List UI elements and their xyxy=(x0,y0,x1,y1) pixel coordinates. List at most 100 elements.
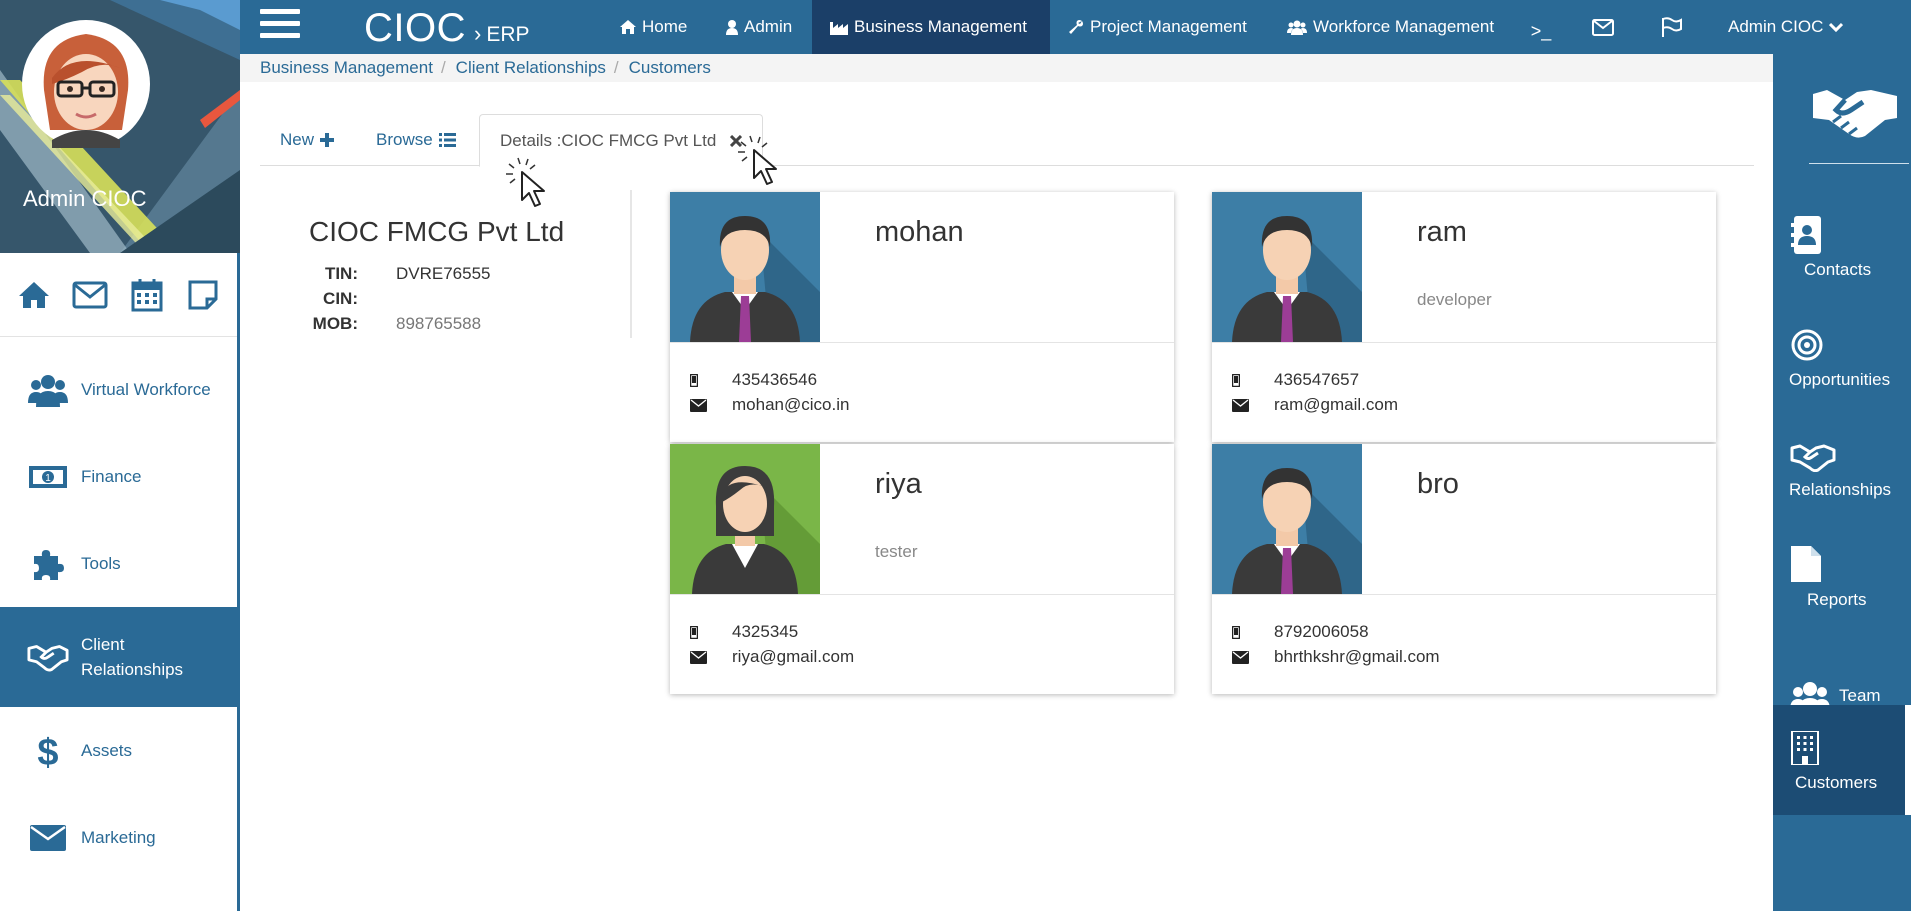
mobile-icon xyxy=(686,373,732,387)
rs-item-label: Team xyxy=(1839,686,1881,705)
industry-icon xyxy=(830,21,848,35)
sidebar-item-assets[interactable]: $ Assets xyxy=(0,707,237,794)
contact-avatar xyxy=(1212,192,1362,342)
hamburger-menu-icon[interactable] xyxy=(260,9,300,43)
flag-icon[interactable] xyxy=(1655,10,1689,44)
svg-text:$: $ xyxy=(37,732,58,771)
breadcrumb-business-management[interactable]: Business Management xyxy=(260,58,433,78)
sidebar-item-label: Client Relationships xyxy=(81,635,184,679)
nav-business-management[interactable]: Business Management xyxy=(812,0,1050,54)
rs-item-contacts[interactable]: Contacts xyxy=(1773,204,1911,314)
contact-email: mohan@cico.in xyxy=(686,395,849,415)
sidebar-item-label: Tools xyxy=(81,554,121,573)
home-icon[interactable] xyxy=(14,275,54,315)
user-menu[interactable]: Admin CIOC xyxy=(1728,0,1849,54)
nav-workforce-management[interactable]: Workforce Management xyxy=(1287,0,1494,54)
envelope-icon xyxy=(1228,650,1274,664)
sidebar-item-tools[interactable]: Tools xyxy=(0,520,237,607)
nav-workforce-management-label: Workforce Management xyxy=(1313,17,1495,36)
breadcrumb-separator: / xyxy=(613,58,619,77)
contact-email-value[interactable]: ram@gmail.com xyxy=(1274,395,1398,415)
contact-email-value[interactable]: mohan@cico.in xyxy=(732,395,849,415)
breadcrumb-client-relationships[interactable]: Client Relationships xyxy=(456,58,606,78)
contact-email-value[interactable]: bhrthkshr@gmail.com xyxy=(1274,647,1440,667)
card-divider xyxy=(670,342,1174,343)
sidebar-item-finance[interactable]: 1 Finance xyxy=(0,433,237,520)
brand-logo[interactable]: CIOC › ERP xyxy=(364,6,530,51)
nav-admin[interactable]: Admin xyxy=(726,0,792,54)
sidebar-item-client-relationships[interactable]: Client Relationships xyxy=(0,607,237,707)
contact-phone: 436547657 xyxy=(1228,370,1359,390)
contact-role: developer xyxy=(1417,290,1492,309)
envelope-icon xyxy=(686,398,732,412)
close-icon[interactable] xyxy=(724,134,743,147)
rs-item-opportunities[interactable]: Opportunities xyxy=(1773,314,1911,424)
contact-phone-value: 8792006058 xyxy=(1274,622,1369,641)
contact-email-value[interactable]: riya@gmail.com xyxy=(732,647,854,667)
file-icon xyxy=(1791,546,1821,587)
sidebar-item-marketing[interactable]: Marketing xyxy=(0,794,237,881)
terminal-icon[interactable]: >_ xyxy=(1524,14,1558,48)
nav-project-management-label: Project Management xyxy=(1090,17,1247,36)
user-icon xyxy=(726,19,738,35)
tab-details[interactable]: Details :CIOC FMCG Pvt Ltd xyxy=(479,114,764,167)
nav-project-management[interactable]: Project Management xyxy=(1068,0,1247,54)
tab-browse[interactable]: Browse xyxy=(356,114,476,166)
right-sidebar-divider xyxy=(1809,163,1909,164)
rs-item-customers[interactable]: Customers xyxy=(1773,705,1911,815)
top-navbar: CIOC › ERP Home Admin Business Managemen… xyxy=(240,0,1911,56)
mobile-icon xyxy=(1228,373,1274,387)
envelope-icon[interactable] xyxy=(1586,10,1620,44)
left-sidebar: Admin CIOC Virtual Workforce 1 Finance T… xyxy=(0,0,240,911)
nav-business-management-label: Business Management xyxy=(854,17,1027,36)
handshake-icon xyxy=(27,636,69,678)
rs-item-label: Reports xyxy=(1807,590,1867,609)
contact-card[interactable]: mohan 435436546 mohan@cico.in xyxy=(670,192,1174,442)
avatar xyxy=(22,20,150,148)
nav-home-label: Home xyxy=(642,17,688,36)
svg-text:1: 1 xyxy=(45,473,51,484)
contact-card[interactable]: bro 8792006058 bhrthkshr@gmail.com xyxy=(1212,444,1716,694)
contact-name: ram xyxy=(1417,216,1467,248)
contact-email: ram@gmail.com xyxy=(1228,395,1398,415)
contact-name: mohan xyxy=(875,216,964,248)
card-divider xyxy=(1212,594,1716,595)
tin-label: TIN: xyxy=(324,264,358,283)
profile-panel: Admin CIOC xyxy=(0,0,240,253)
calendar-icon[interactable] xyxy=(127,275,167,315)
rs-item-relationships[interactable]: Relationships xyxy=(1773,424,1911,534)
envelope-icon xyxy=(1228,398,1274,412)
envelope-icon[interactable] xyxy=(70,275,110,315)
contact-phone-value: 436547657 xyxy=(1274,370,1360,389)
rs-item-label: Customers xyxy=(1795,773,1878,792)
card-divider xyxy=(670,594,1174,595)
tin-value: DVRE76555 xyxy=(396,264,491,283)
envelope-icon xyxy=(686,650,732,664)
puzzle-icon xyxy=(27,543,69,585)
mob-label: MOB: xyxy=(312,314,358,333)
breadcrumb-customers[interactable]: Customers xyxy=(629,58,711,78)
contact-avatar xyxy=(670,192,820,342)
profile-name: Admin CIOC xyxy=(23,186,147,211)
wrench-icon xyxy=(1069,20,1083,34)
contact-card[interactable]: riya tester 4325345 riya@gmail.com xyxy=(670,444,1174,694)
list-icon xyxy=(438,133,456,147)
nav-home[interactable]: Home xyxy=(620,0,687,54)
contact-phone: 435436546 xyxy=(686,370,817,390)
contact-phone: 4325345 xyxy=(686,622,798,642)
contact-phone-value: 4325345 xyxy=(732,622,799,641)
building-icon xyxy=(1790,730,1820,770)
breadcrumb: Business Management / Client Relationshi… xyxy=(240,54,1773,82)
contact-card[interactable]: ram developer 436547657 ram@gmail.com xyxy=(1212,192,1716,442)
rs-item-reports[interactable]: Reports xyxy=(1773,534,1911,644)
contact-name: riya xyxy=(875,468,922,500)
tab-new[interactable]: New xyxy=(260,114,354,166)
dollar-icon: $ xyxy=(27,730,69,772)
envelope-icon xyxy=(27,817,69,859)
note-icon[interactable] xyxy=(183,275,223,315)
quick-icons-bar xyxy=(0,253,237,337)
mob-value: 898765588 xyxy=(396,314,482,333)
sidebar-item-virtual-workforce[interactable]: Virtual Workforce xyxy=(0,346,237,433)
user-menu-label: Admin CIOC xyxy=(1728,17,1824,36)
home-icon xyxy=(620,20,636,34)
